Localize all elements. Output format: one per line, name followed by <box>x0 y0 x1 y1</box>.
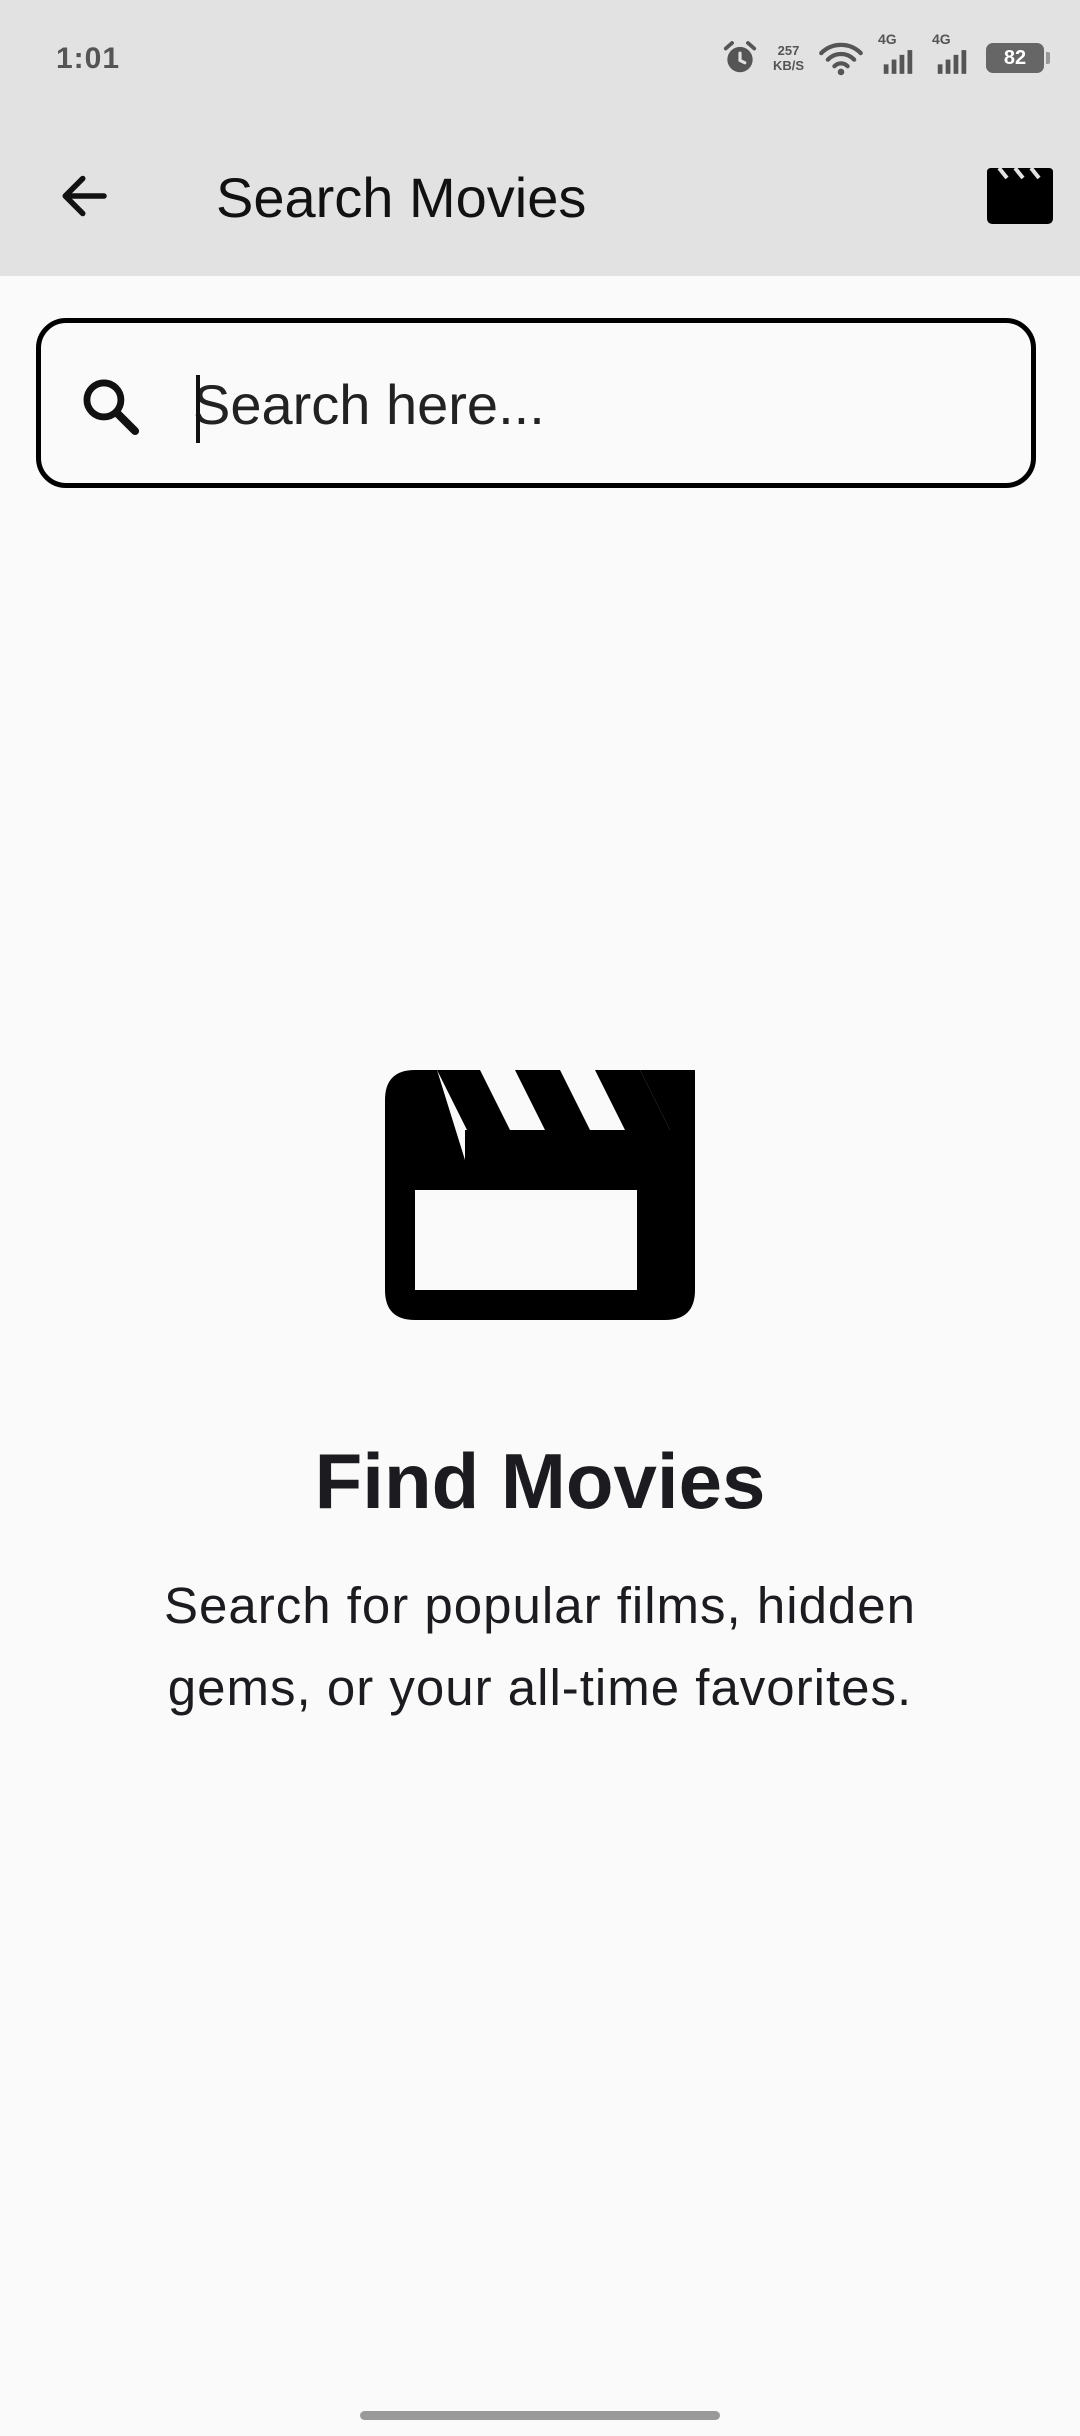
clapperboard-button[interactable] <box>980 158 1060 238</box>
page-title: Search Movies <box>216 166 587 229</box>
status-icons: 257 KB/S 4G 4G 82 <box>721 31 1050 80</box>
status-bar: 1:01 257 KB/S 4G 4G 82 <box>0 0 1080 120</box>
wifi-icon <box>818 39 864 77</box>
search-icon <box>77 373 145 441</box>
screen: 1:01 257 KB/S 4G 4G 82 Search Movies Sea… <box>0 0 1080 2436</box>
signal-icon: 4G <box>878 31 918 77</box>
empty-state-title: Find Movies <box>314 1437 766 1525</box>
alarm-icon <box>721 39 759 77</box>
signal-icon: 4G <box>932 31 972 77</box>
network-speed-unit: KB/S <box>772 58 804 73</box>
battery-level: 82 <box>1003 46 1027 69</box>
back-button[interactable] <box>44 162 124 234</box>
text-cursor <box>196 375 200 443</box>
arrow-back-icon <box>54 166 114 231</box>
home-indicator[interactable] <box>360 2411 720 2420</box>
signal-label: 4G <box>932 31 951 47</box>
network-speed: 257 KB/S <box>773 43 804 73</box>
status-time: 1:01 <box>56 42 121 75</box>
signal-label: 4G <box>878 31 897 47</box>
battery-icon: 82 <box>986 43 1050 73</box>
app-bar: Search Movies <box>0 120 1080 276</box>
network-speed-value: 257 <box>777 43 800 58</box>
clapperboard-icon <box>385 1070 695 1320</box>
clapperboard-icon <box>987 166 1053 229</box>
search-input[interactable] <box>193 359 993 449</box>
empty-state-subtitle: Search for popular films, hidden gems, o… <box>163 1577 917 1716</box>
search-field[interactable] <box>36 318 1036 488</box>
